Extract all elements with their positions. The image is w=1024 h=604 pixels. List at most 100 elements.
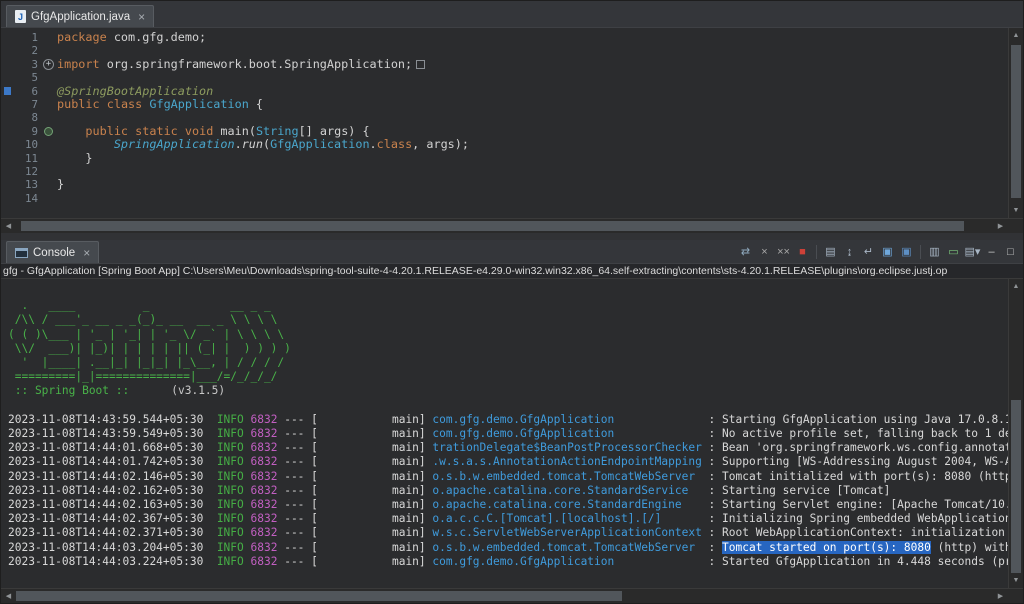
editor-vscroll-thumb[interactable] bbox=[1011, 45, 1021, 199]
view-sash[interactable] bbox=[1, 233, 1023, 240]
editor-tab-gfgapplication[interactable]: J GfgApplication.java × bbox=[6, 5, 154, 27]
console-log-line[interactable]: 2023-11-08T14:43:59.549+05:30 INFO 6832 … bbox=[8, 427, 1008, 441]
code-line[interactable]: 5 bbox=[1, 71, 1008, 84]
console-hscroll-track[interactable] bbox=[16, 589, 993, 603]
fold-ruler[interactable] bbox=[41, 71, 57, 84]
remove-all-terminated-icon[interactable]: ×× bbox=[775, 243, 792, 260]
line-number[interactable]: 2 bbox=[15, 44, 41, 57]
code-line[interactable]: 13} bbox=[1, 178, 1008, 191]
show-stderr-icon[interactable]: ▣ bbox=[898, 243, 915, 260]
scroll-down-icon[interactable]: ▼ bbox=[1009, 573, 1023, 588]
remove-launch-icon[interactable]: × bbox=[756, 243, 773, 260]
editor-vertical-scrollbar[interactable]: ▲ ▼ bbox=[1008, 28, 1023, 218]
fold-ruler[interactable] bbox=[41, 165, 57, 178]
line-number[interactable]: 10 bbox=[15, 138, 41, 151]
code-line[interactable]: 6@SpringBootApplication bbox=[1, 85, 1008, 98]
annotation-ruler[interactable] bbox=[1, 138, 15, 151]
open-console-icon[interactable]: ▤▾ bbox=[964, 243, 981, 260]
console-tab-close-icon[interactable]: × bbox=[83, 246, 90, 260]
annotation-ruler[interactable] bbox=[1, 98, 15, 111]
editor-vscroll-track[interactable] bbox=[1009, 43, 1023, 203]
console-log-line[interactable]: 2023-11-08T14:44:03.224+05:30 INFO 6832 … bbox=[8, 555, 1008, 569]
fold-ruler[interactable] bbox=[41, 152, 57, 165]
editor-tab-close-icon[interactable]: × bbox=[138, 10, 145, 24]
line-number[interactable]: 9 bbox=[15, 125, 41, 138]
annotation-ruler[interactable] bbox=[1, 31, 15, 44]
line-number[interactable]: 14 bbox=[15, 192, 41, 205]
scroll-up-icon[interactable]: ▲ bbox=[1009, 28, 1023, 43]
fold-ruler[interactable] bbox=[41, 85, 57, 98]
console-log-line[interactable]: 2023-11-08T14:44:02.162+05:30 INFO 6832 … bbox=[8, 484, 1008, 498]
code-line[interactable]: 10 SpringApplication.run(GfgApplication.… bbox=[1, 138, 1008, 151]
annotation-ruler[interactable] bbox=[1, 58, 15, 71]
maximize-icon[interactable]: □ bbox=[1002, 243, 1019, 260]
console-vscroll-thumb[interactable] bbox=[1011, 400, 1021, 573]
console-tab[interactable]: Console × bbox=[6, 241, 99, 263]
fold-ruler[interactable] bbox=[41, 98, 57, 111]
code-line[interactable]: 8 bbox=[1, 111, 1008, 124]
line-number[interactable]: 8 bbox=[15, 111, 41, 124]
console-log-line[interactable]: 2023-11-08T14:44:03.204+05:30 INFO 6832 … bbox=[8, 541, 1008, 555]
fold-ruler[interactable] bbox=[41, 31, 57, 44]
terminate-icon[interactable]: ■ bbox=[794, 243, 811, 260]
console-horizontal-scrollbar[interactable]: ◀ ▶ bbox=[1, 588, 1008, 603]
line-number[interactable]: 5 bbox=[15, 71, 41, 84]
line-number[interactable]: 1 bbox=[15, 31, 41, 44]
scroll-left-icon[interactable]: ◀ bbox=[1, 589, 16, 603]
fold-ruler[interactable] bbox=[41, 125, 57, 138]
code-line[interactable]: 11 } bbox=[1, 152, 1008, 165]
minimize-icon[interactable]: – bbox=[983, 243, 1000, 260]
console-output[interactable]: . ____ _ __ _ _ /\\ / ___'_ __ _ _(_)_ _… bbox=[1, 279, 1008, 588]
console-vertical-scrollbar[interactable]: ▲ ▼ bbox=[1008, 279, 1023, 588]
clear-console-icon[interactable]: ▤ bbox=[822, 243, 839, 260]
scroll-left-icon[interactable]: ◀ bbox=[1, 219, 16, 233]
console-log-line[interactable]: 2023-11-08T14:44:01.742+05:30 INFO 6832 … bbox=[8, 455, 1008, 469]
word-wrap-icon[interactable]: ↵ bbox=[860, 243, 877, 260]
display-console-icon[interactable]: ▭ bbox=[945, 243, 962, 260]
scroll-down-icon[interactable]: ▼ bbox=[1009, 203, 1023, 218]
editor-hscroll-track[interactable] bbox=[16, 219, 993, 233]
editor-horizontal-scrollbar[interactable]: ◀ ▶ bbox=[1, 218, 1008, 233]
code-lines[interactable]: 1package com.gfg.demo;23+import org.spri… bbox=[1, 28, 1008, 218]
annotation-ruler[interactable] bbox=[1, 192, 15, 205]
annotation-ruler[interactable] bbox=[1, 111, 15, 124]
editor-hscroll-thumb[interactable] bbox=[21, 221, 964, 231]
annotation-ruler[interactable] bbox=[1, 44, 15, 57]
console-vscroll-track[interactable] bbox=[1009, 294, 1023, 573]
annotation-ruler[interactable] bbox=[1, 125, 15, 138]
code-line[interactable]: 9 public static void main(String[] args)… bbox=[1, 125, 1008, 138]
console-log-line[interactable]: 2023-11-08T14:44:02.146+05:30 INFO 6832 … bbox=[8, 470, 1008, 484]
line-number[interactable]: 13 bbox=[15, 178, 41, 191]
scroll-right-icon[interactable]: ▶ bbox=[993, 589, 1008, 603]
annotation-ruler[interactable] bbox=[1, 178, 15, 191]
code-line[interactable]: 12 bbox=[1, 165, 1008, 178]
console-log-line[interactable]: 2023-11-08T14:44:02.163+05:30 INFO 6832 … bbox=[8, 498, 1008, 512]
scroll-lock-icon[interactable]: ↨ bbox=[841, 243, 858, 260]
code-line[interactable]: 14 bbox=[1, 192, 1008, 205]
fold-ruler[interactable] bbox=[41, 111, 57, 124]
line-number[interactable]: 11 bbox=[15, 152, 41, 165]
console-log-line[interactable]: 2023-11-08T14:43:59.544+05:30 INFO 6832 … bbox=[8, 413, 1008, 427]
annotation-ruler[interactable] bbox=[1, 152, 15, 165]
code-line[interactable]: 3+import org.springframework.boot.Spring… bbox=[1, 58, 1008, 71]
code-line[interactable]: 2 bbox=[1, 44, 1008, 57]
code-line[interactable]: 7public class GfgApplication { bbox=[1, 98, 1008, 111]
annotation-ruler[interactable] bbox=[1, 85, 15, 98]
fold-ruler[interactable] bbox=[41, 178, 57, 191]
line-number[interactable]: 7 bbox=[15, 98, 41, 111]
console-hscroll-thumb[interactable] bbox=[16, 591, 622, 601]
code-line[interactable]: 1package com.gfg.demo; bbox=[1, 31, 1008, 44]
console-log-line[interactable]: 2023-11-08T14:44:02.367+05:30 INFO 6832 … bbox=[8, 512, 1008, 526]
fold-ruler[interactable] bbox=[41, 138, 57, 151]
annotation-ruler[interactable] bbox=[1, 165, 15, 178]
main-method-marker-icon[interactable] bbox=[44, 127, 53, 136]
line-number[interactable]: 3 bbox=[15, 58, 41, 71]
fold-ruler[interactable] bbox=[41, 44, 57, 57]
line-number[interactable]: 12 bbox=[15, 165, 41, 178]
console-log-line[interactable]: 2023-11-08T14:44:01.668+05:30 INFO 6832 … bbox=[8, 441, 1008, 455]
show-stdout-icon[interactable]: ▣ bbox=[879, 243, 896, 260]
fold-expand-icon[interactable]: + bbox=[43, 59, 54, 70]
log-selection-highlight[interactable]: Tomcat started on port(s): 8080 bbox=[722, 541, 931, 554]
scroll-right-icon[interactable]: ▶ bbox=[993, 219, 1008, 233]
console-log-line[interactable]: 2023-11-08T14:44:02.371+05:30 INFO 6832 … bbox=[8, 526, 1008, 540]
